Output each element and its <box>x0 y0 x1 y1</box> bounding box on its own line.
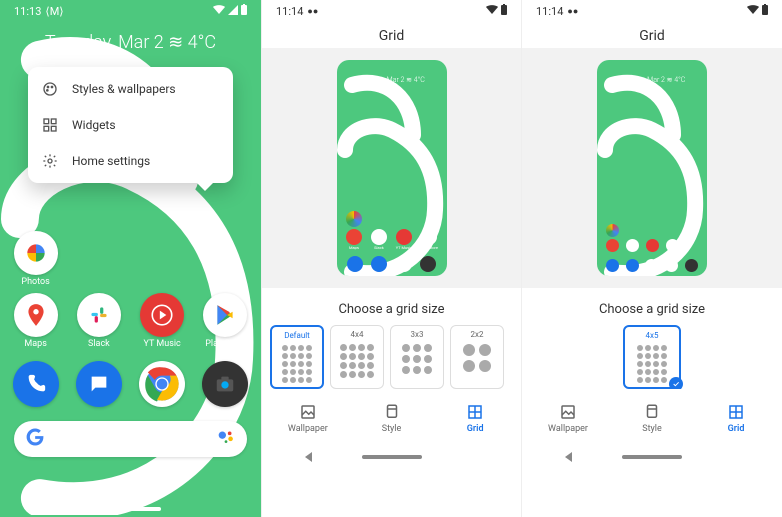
app-label: Photos <box>21 277 49 287</box>
choose-grid-label: Choose a grid size <box>522 288 782 325</box>
wifi-icon <box>213 5 225 18</box>
menu-item-label: Widgets <box>72 118 116 132</box>
app-slack[interactable]: Slack <box>69 293 128 349</box>
notification-icon: ●● <box>567 6 578 17</box>
status-time: 11:14 <box>536 5 563 18</box>
app-label: Maps <box>24 339 46 349</box>
check-icon <box>669 377 683 389</box>
preview-app-grid <box>603 224 701 252</box>
app-label: Play Store <box>205 339 245 349</box>
notification-icon: ●● <box>307 6 318 17</box>
gear-icon <box>42 153 58 169</box>
nav-bar <box>262 444 521 470</box>
dock-messages[interactable] <box>69 361 128 407</box>
bottom-tabs: Wallpaper Style Grid <box>262 389 521 444</box>
palette-icon <box>42 81 58 97</box>
preview-area: Tuesday, Mar 2 ≋ 4°C <box>522 48 782 288</box>
grid-chooser-4x5: 11:14 ●● Grid Tuesday, Mar 2 ≋ 4°C Choos… <box>522 0 782 517</box>
grid-option-2x2[interactable]: 2x2 <box>450 325 504 389</box>
assistant-icon[interactable] <box>215 426 237 452</box>
battery-icon <box>762 4 768 18</box>
wifi-icon <box>747 5 759 18</box>
google-icon <box>24 426 46 452</box>
preview-app-grid: Maps Slack YT Music Play Store <box>343 211 441 250</box>
grid-option-4x5[interactable]: 4x5 <box>623 325 681 389</box>
nav-handle[interactable] <box>622 455 682 459</box>
menu-home-settings[interactable]: Home settings <box>28 143 233 179</box>
page-title: Grid <box>262 22 521 48</box>
dock-chrome[interactable] <box>133 361 192 407</box>
nav-handle[interactable] <box>101 507 161 511</box>
dock-camera[interactable] <box>196 361 255 407</box>
wallpaper-icon <box>299 403 317 421</box>
dock <box>0 349 261 407</box>
grid-option-3x3[interactable]: 3x3 <box>390 325 444 389</box>
notification-icon: ⟨M⟩ <box>45 5 63 18</box>
app-label: Slack <box>88 339 110 349</box>
status-bar: 11:13 ⟨M⟩ <box>0 0 261 22</box>
menu-item-label: Home settings <box>72 154 150 168</box>
app-ytmusic[interactable]: YT Music <box>133 293 192 349</box>
status-time: 11:14 <box>276 5 303 18</box>
home-screen: 11:13 ⟨M⟩ Tuesday, Mar 2 ≋ 4°C Styles & … <box>0 0 262 517</box>
preview-dock <box>603 259 701 272</box>
tab-grid[interactable]: Grid <box>694 403 778 434</box>
tab-wallpaper[interactable]: Wallpaper <box>266 403 350 434</box>
grid-option-4x4[interactable]: 4x4 <box>330 325 384 389</box>
style-icon <box>643 403 661 421</box>
tab-wallpaper[interactable]: Wallpaper <box>526 403 610 434</box>
wallpaper-icon <box>559 403 577 421</box>
tab-style[interactable]: Style <box>350 403 434 434</box>
preview-area: Tuesday, Mar 2 ≋ 4°C Maps Slack YT Music… <box>262 48 521 288</box>
preview-date: Tuesday, Mar 2 ≋ 4°C <box>597 60 707 84</box>
status-bar: 11:14 ●● <box>262 0 521 22</box>
app-photos[interactable]: Photos <box>6 231 65 287</box>
wifi-icon <box>486 5 498 18</box>
tab-style[interactable]: Style <box>610 403 694 434</box>
page-title: Grid <box>522 22 782 48</box>
preview-date: Tuesday, Mar 2 ≋ 4°C <box>337 60 447 84</box>
nav-handle[interactable] <box>362 455 422 459</box>
nav-bar <box>522 444 782 470</box>
app-label: YT Music <box>143 339 180 349</box>
dock-phone[interactable] <box>6 361 65 407</box>
menu-item-label: Styles & wallpapers <box>72 82 176 96</box>
back-button[interactable] <box>305 452 312 462</box>
widgets-icon <box>42 117 58 133</box>
date-weather-widget[interactable]: Tuesday, Mar 2 ≋ 4°C <box>0 22 261 59</box>
battery-icon <box>501 4 507 18</box>
grid-icon <box>727 403 745 421</box>
grid-options: Default 4x4 3x3 2x2 <box>262 325 521 389</box>
preview-dock <box>343 256 441 272</box>
back-button[interactable] <box>565 452 572 462</box>
signal-icon <box>228 5 238 18</box>
tab-grid[interactable]: Grid <box>433 403 517 434</box>
home-context-menu: Styles & wallpapers Widgets Home setting… <box>28 67 233 183</box>
preview-phone: Tuesday, Mar 2 ≋ 4°C <box>597 60 707 276</box>
app-maps[interactable]: Maps <box>6 293 65 349</box>
battery-icon <box>241 4 247 18</box>
grid-options: 4x5 <box>522 325 782 389</box>
style-icon <box>383 403 401 421</box>
menu-styles-wallpapers[interactable]: Styles & wallpapers <box>28 71 233 107</box>
grid-chooser-default: 11:14 ●● Grid Tuesday, Mar 2 ≋ 4°C Maps … <box>262 0 522 517</box>
preview-phone: Tuesday, Mar 2 ≋ 4°C Maps Slack YT Music… <box>337 60 447 276</box>
menu-widgets[interactable]: Widgets <box>28 107 233 143</box>
status-time: 11:13 <box>14 5 41 18</box>
grid-icon <box>466 403 484 421</box>
status-bar: 11:14 ●● <box>522 0 782 22</box>
bottom-tabs: Wallpaper Style Grid <box>522 389 782 444</box>
choose-grid-label: Choose a grid size <box>262 288 521 325</box>
app-playstore[interactable]: Play Store <box>196 293 255 349</box>
search-bar[interactable] <box>14 421 247 457</box>
grid-option-default[interactable]: Default <box>270 325 324 389</box>
